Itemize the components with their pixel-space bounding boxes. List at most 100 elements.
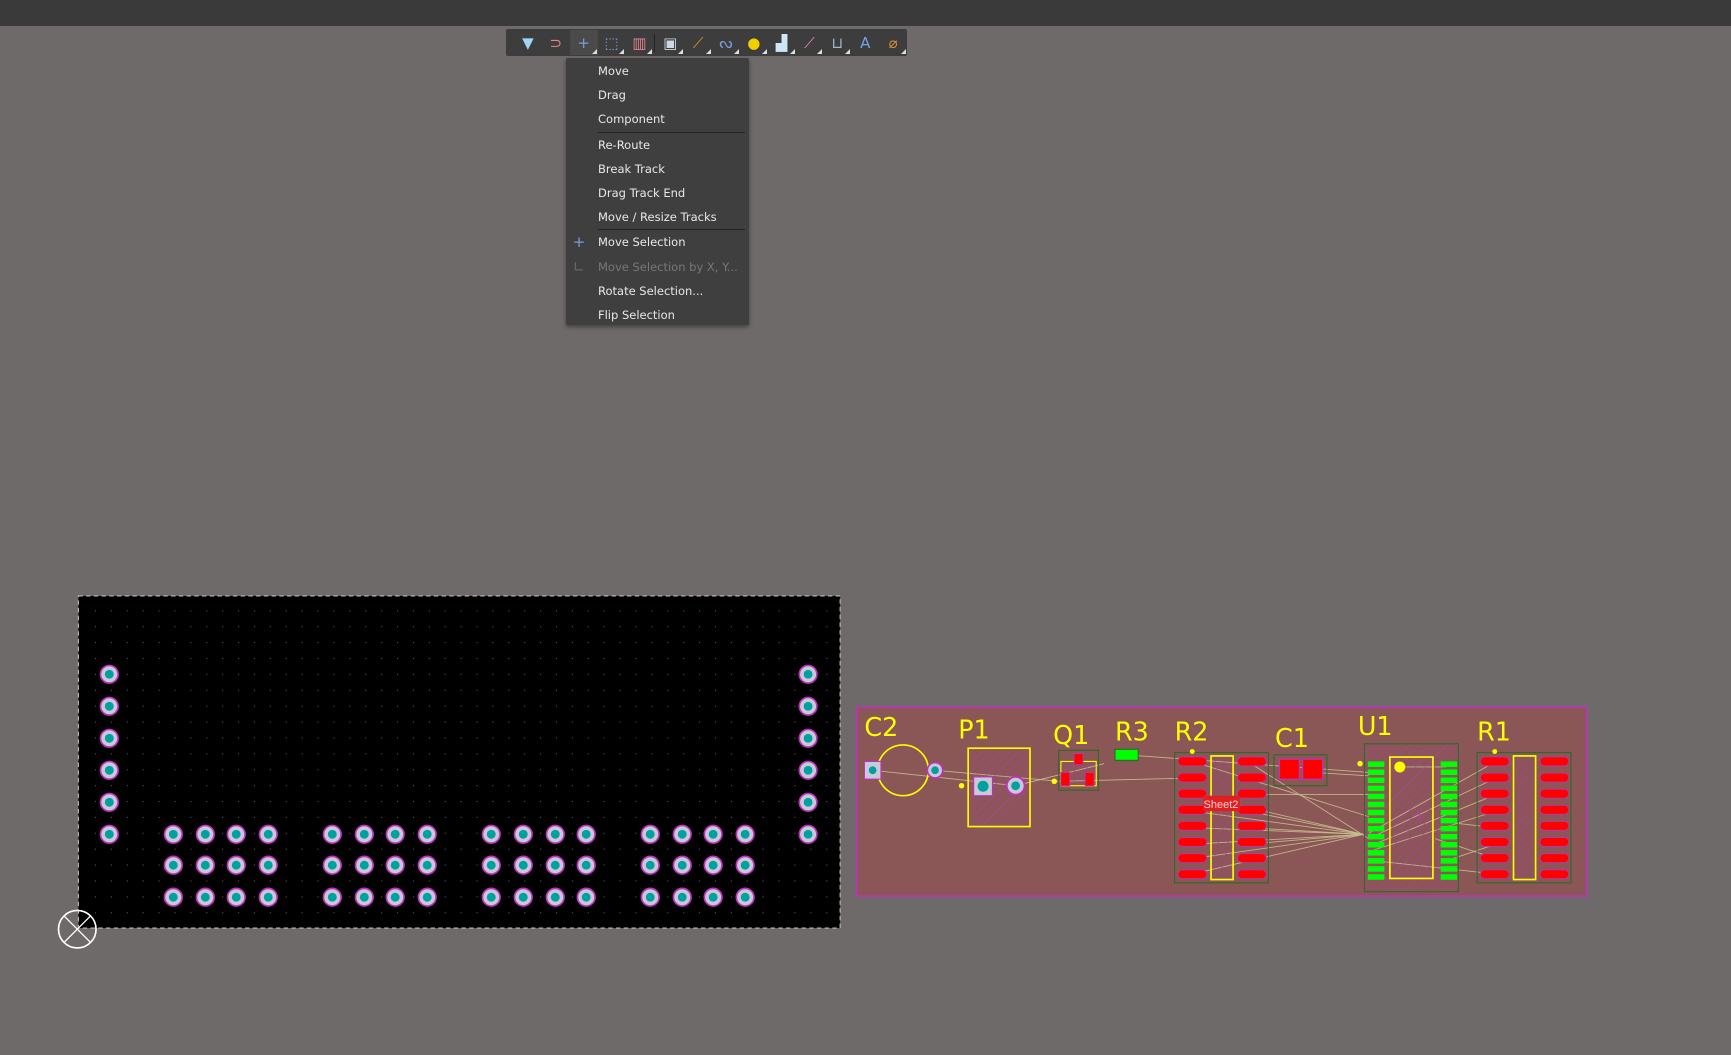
dropdown-arrow-icon[interactable] (647, 49, 653, 54)
smd-pad[interactable] (1539, 756, 1570, 767)
smd-pad[interactable] (1177, 788, 1208, 799)
dimension-button[interactable]: ⊔ (823, 30, 851, 55)
smd-pad[interactable] (1367, 761, 1385, 767)
smd-pad[interactable] (1367, 850, 1385, 856)
move-cross-button[interactable]: + (569, 30, 598, 55)
dropdown-arrow-icon[interactable] (761, 49, 767, 54)
smd-pad[interactable] (1073, 753, 1084, 766)
smd-pad[interactable] (1237, 869, 1267, 880)
select-rect-button[interactable]: ⬚ (598, 30, 626, 55)
smd-pad[interactable] (1480, 869, 1510, 880)
smd-pad[interactable] (1278, 758, 1300, 780)
dropdown-arrow-icon[interactable] (901, 49, 907, 54)
smd-pad[interactable] (1440, 858, 1458, 864)
smd-pad[interactable] (1367, 825, 1385, 832)
via-button[interactable]: ● (740, 30, 768, 55)
smd-pad[interactable] (1440, 785, 1458, 792)
menu-item-move[interactable]: Move (566, 59, 749, 83)
menu-item-rotate-selection[interactable]: Rotate Selection... (566, 279, 749, 303)
smd-pad[interactable] (1480, 837, 1510, 847)
menu-item-drag-track-end[interactable]: Drag Track End (566, 181, 749, 205)
component-button[interactable]: ▣ (656, 30, 684, 55)
smd-pad[interactable] (1177, 821, 1208, 831)
menu-item-move-resize-tracks[interactable]: Move / Resize Tracks (566, 205, 749, 229)
smd-pad[interactable] (1480, 788, 1510, 799)
smd-pad[interactable] (1237, 756, 1267, 767)
menu-item-re-route[interactable]: Re-Route (566, 133, 749, 157)
smd-pad[interactable] (1440, 769, 1458, 776)
smd-pad[interactable] (1367, 866, 1385, 872)
smd-pad[interactable] (1177, 772, 1208, 783)
dropdown-arrow-icon[interactable] (817, 49, 823, 54)
smd-pad[interactable] (1237, 837, 1267, 847)
smd-pad[interactable] (1177, 837, 1208, 847)
route-track-button[interactable]: ⟋ (684, 30, 712, 55)
smd-pad[interactable] (1367, 817, 1385, 824)
track-button[interactable]: ⟋ (796, 30, 824, 55)
dropdown-arrow-icon[interactable] (706, 49, 712, 54)
smd-pad[interactable] (1367, 777, 1385, 784)
polygon-button[interactable]: ▟ (768, 30, 796, 55)
smd-pad[interactable] (1539, 853, 1570, 863)
smd-pad[interactable] (1367, 793, 1385, 800)
dropdown-arrow-icon[interactable] (789, 49, 795, 54)
smd-pad[interactable] (1480, 756, 1510, 767)
menu-item-drag[interactable]: Drag (566, 83, 749, 107)
smd-pad[interactable] (1440, 793, 1458, 800)
smd-pad[interactable] (1237, 788, 1267, 799)
smd-pad[interactable] (1367, 809, 1385, 816)
smd-pad[interactable] (1440, 777, 1458, 784)
smd-pad[interactable] (1440, 825, 1458, 832)
smd-pad[interactable] (1539, 837, 1570, 847)
smd-pad[interactable] (1237, 804, 1267, 815)
arc-button[interactable]: ⌀ (879, 30, 907, 55)
smd-pad[interactable] (1480, 772, 1510, 783)
align-button[interactable]: ▥ (625, 30, 653, 55)
smd-pad[interactable] (1440, 850, 1458, 856)
smd-pad[interactable] (1084, 772, 1095, 787)
smd-pad[interactable] (1367, 785, 1385, 792)
smd-pad[interactable] (1539, 869, 1570, 880)
smd-pad[interactable] (1177, 756, 1208, 767)
pcb-canvas[interactable]: Sheet2 1 C2 P1 Q1 R3 R2 C1 U1 R1 (0, 0, 1731, 1055)
menu-item-component[interactable]: Component (566, 107, 749, 131)
smd-pad[interactable] (1539, 804, 1570, 815)
smd-pad[interactable] (1177, 804, 1208, 815)
smd-pad[interactable] (1440, 833, 1458, 840)
r3-pads[interactable] (1114, 748, 1139, 761)
smd-pad[interactable] (1177, 869, 1208, 880)
smd-pad[interactable] (1440, 866, 1458, 872)
smd-pad[interactable] (1440, 809, 1458, 816)
smd-pad[interactable] (1237, 772, 1267, 783)
smd-pad[interactable] (1440, 817, 1458, 824)
smd-pad[interactable] (1480, 821, 1510, 831)
smd-pad[interactable] (1539, 821, 1570, 831)
smd-pad[interactable] (1367, 769, 1385, 776)
dropdown-arrow-icon[interactable] (845, 49, 851, 54)
snap-magnet-button[interactable]: ⊃ (542, 30, 570, 55)
smd-pad[interactable] (1440, 842, 1458, 848)
smd-pad[interactable] (1237, 821, 1267, 831)
smd-pad[interactable] (1367, 874, 1385, 880)
smd-pad[interactable] (1539, 788, 1570, 799)
smd-pad[interactable] (1367, 858, 1385, 864)
dropdown-arrow-icon[interactable] (678, 49, 684, 54)
menu-item-move-selection-by-x-y[interactable]: ∟ Move Selection by X, Y... (566, 255, 749, 279)
smd-pad[interactable] (1060, 772, 1071, 787)
smd-pad[interactable] (1367, 842, 1385, 848)
smd-pad[interactable] (1237, 853, 1267, 863)
menu-item-flip-selection[interactable]: Flip Selection (566, 303, 749, 327)
smd-pad[interactable] (1480, 853, 1510, 863)
smd-pad[interactable] (1440, 761, 1458, 767)
smd-pad[interactable] (1302, 758, 1324, 780)
smd-pad[interactable] (1480, 804, 1510, 815)
component-room[interactable]: Sheet2 1 C2 P1 Q1 R3 R2 C1 U1 R1 (855, 706, 1588, 897)
smd-pad[interactable] (1539, 772, 1570, 783)
smd-pad[interactable] (1177, 853, 1208, 863)
tune-length-button[interactable]: ᔓ (712, 30, 740, 55)
filter-button[interactable]: ▼ (514, 30, 542, 55)
dropdown-arrow-icon[interactable] (733, 49, 739, 54)
smd-pad[interactable] (1440, 874, 1458, 880)
menu-item-break-track[interactable]: Break Track (566, 157, 749, 181)
dropdown-arrow-icon[interactable] (619, 49, 625, 54)
